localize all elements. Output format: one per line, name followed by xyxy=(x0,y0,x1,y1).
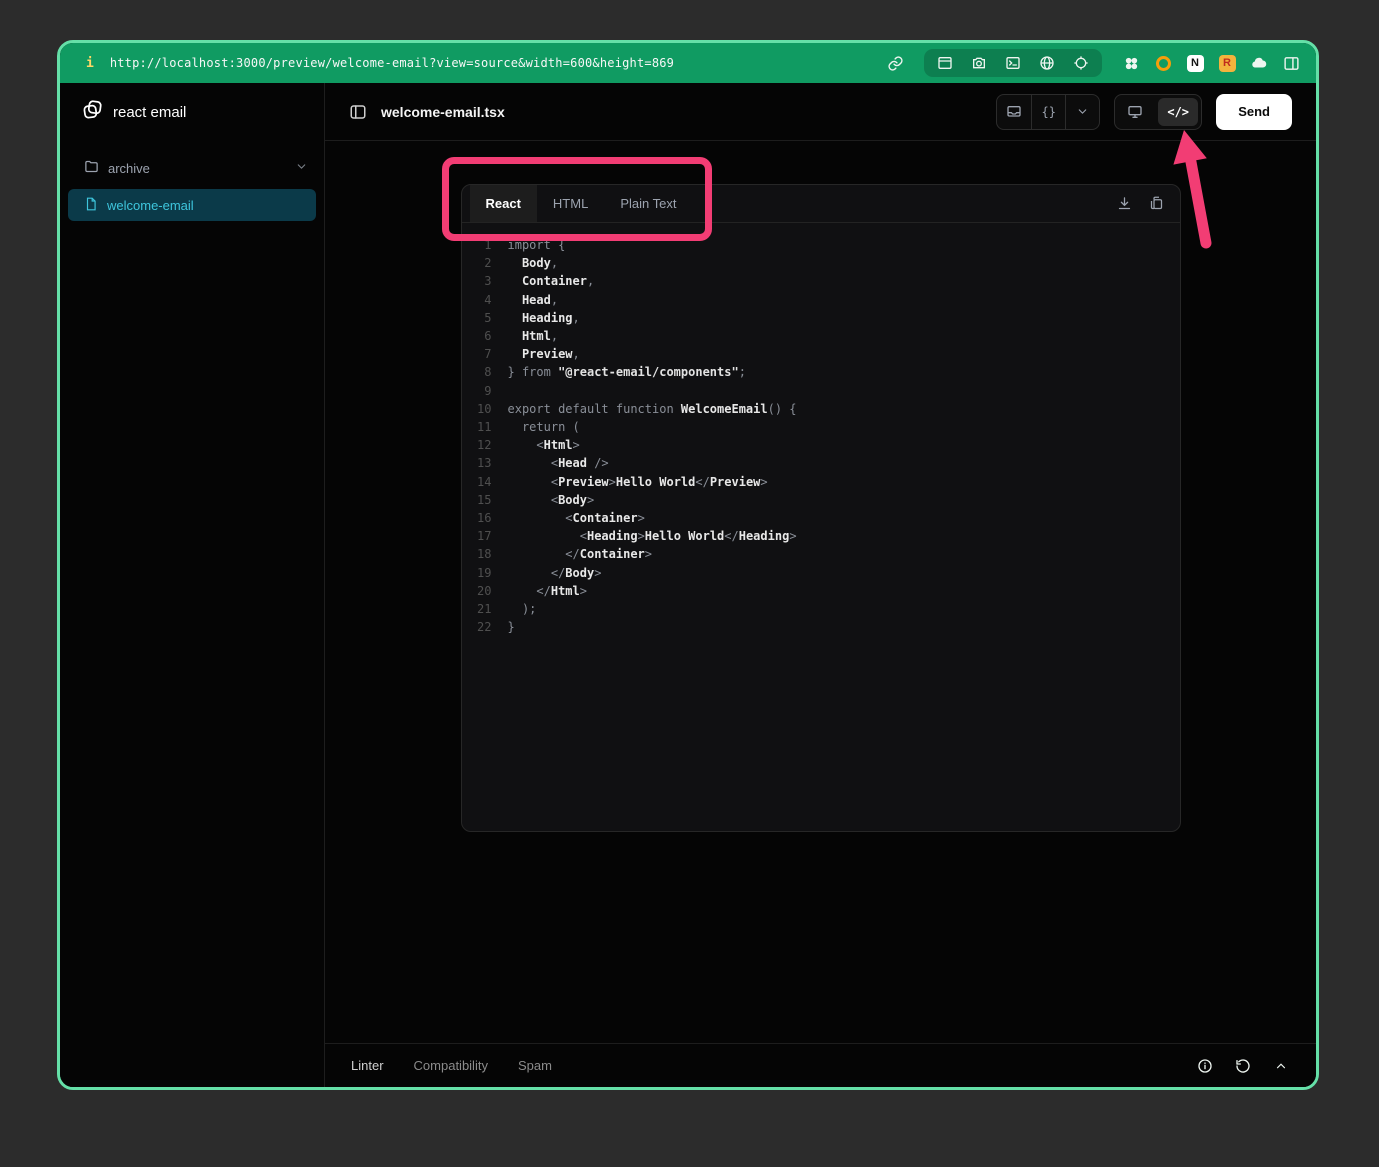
folder-label: archive xyxy=(108,161,150,176)
view-options-group: {} xyxy=(996,94,1100,130)
cloud-icon[interactable] xyxy=(1250,54,1268,72)
refresh-icon[interactable] xyxy=(1234,1057,1252,1075)
info-icon[interactable] xyxy=(1196,1057,1214,1075)
clover-icon[interactable] xyxy=(1122,54,1140,72)
bottom-bar-icons xyxy=(1196,1057,1290,1075)
chevron-up-icon[interactable] xyxy=(1272,1057,1290,1075)
code-line: 6 Html, xyxy=(462,327,1180,345)
code-line: 20 </Html> xyxy=(462,582,1180,600)
window-icon[interactable] xyxy=(936,54,954,72)
chevron-down-icon[interactable] xyxy=(1065,95,1099,129)
folder-icon xyxy=(84,159,99,177)
site-info-icon[interactable]: i xyxy=(86,56,94,71)
app-body: react email archive welcome-email xyxy=(60,83,1316,1087)
tab-linter[interactable]: Linter xyxy=(351,1058,384,1073)
code-line: 5 Heading, xyxy=(462,309,1180,327)
code-editor[interactable]: 1import {2 Body,3 Container,4 Head,5 Hea… xyxy=(462,223,1180,831)
tab-html[interactable]: HTML xyxy=(537,185,604,222)
chevron-down-icon xyxy=(295,160,308,176)
tab-spam[interactable]: Spam xyxy=(518,1058,552,1073)
code-view-tabs: React HTML Plain Text xyxy=(462,185,1180,223)
react-email-logo-icon xyxy=(82,99,103,125)
page-title: welcome-email.tsx xyxy=(381,104,505,120)
code-line: 1import { xyxy=(462,236,1180,254)
terminal-icon[interactable] xyxy=(1004,54,1022,72)
copy-icon[interactable] xyxy=(1148,195,1166,213)
code-line: 9 xyxy=(462,382,1180,400)
preview-source-toggle: </> xyxy=(1114,94,1202,130)
send-button[interactable]: Send xyxy=(1216,94,1292,130)
viewport-icon[interactable] xyxy=(997,95,1031,129)
tab-react[interactable]: React xyxy=(470,185,537,222)
app-logo[interactable]: react email xyxy=(60,83,324,141)
code-line: 16 <Container> xyxy=(462,509,1180,527)
desktop-preview-icon[interactable] xyxy=(1115,95,1155,129)
code-line: 3 Container, xyxy=(462,272,1180,290)
globe-icon[interactable] xyxy=(1038,54,1056,72)
code-line: 21 ); xyxy=(462,600,1180,618)
content-area: React HTML Plain Text xyxy=(325,141,1316,1043)
code-line: 12 <Html> xyxy=(462,436,1180,454)
sidebar: react email archive welcome-email xyxy=(60,83,325,1087)
header-controls: {} </> Send xyxy=(996,94,1292,130)
code-line: 11 return ( xyxy=(462,418,1180,436)
split-view-icon[interactable] xyxy=(1282,54,1300,72)
address-bar[interactable]: http://localhost:3000/preview/welcome-em… xyxy=(110,56,674,70)
camera-icon[interactable] xyxy=(970,54,988,72)
sidebar-item-label: welcome-email xyxy=(107,198,194,213)
extension-pill-group xyxy=(924,49,1102,77)
browser-bar-icons: N R xyxy=(886,49,1300,77)
code-line: 10export default function WelcomeEmail()… xyxy=(462,400,1180,418)
target-icon[interactable] xyxy=(1072,54,1090,72)
tab-compatibility[interactable]: Compatibility xyxy=(414,1058,488,1073)
code-lines: 1import {2 Body,3 Container,4 Head,5 Hea… xyxy=(462,236,1180,636)
code-panel: React HTML Plain Text xyxy=(461,184,1181,832)
r-badge-icon[interactable]: R xyxy=(1218,54,1236,72)
main-area: welcome-email.tsx {} xyxy=(325,83,1316,1087)
code-line: 15 <Body> xyxy=(462,491,1180,509)
code-line: 14 <Preview>Hello World</Preview> xyxy=(462,473,1180,491)
file-icon xyxy=(84,197,98,214)
source-code-icon[interactable]: </> xyxy=(1158,98,1198,126)
bottom-bar: Linter Compatibility Spam xyxy=(325,1043,1316,1087)
code-line: 13 <Head /> xyxy=(462,454,1180,472)
code-line: 2 Body, xyxy=(462,254,1180,272)
code-line: 18 </Container> xyxy=(462,545,1180,563)
code-panel-actions xyxy=(1116,185,1180,222)
braces-icon[interactable]: {} xyxy=(1031,95,1065,129)
link-icon[interactable] xyxy=(886,54,904,72)
browser-top-bar: i http://localhost:3000/preview/welcome-… xyxy=(60,43,1316,83)
notion-icon[interactable]: N xyxy=(1186,54,1204,72)
ring-icon[interactable] xyxy=(1154,54,1172,72)
code-line: 19 </Body> xyxy=(462,564,1180,582)
sidebar-folder-archive[interactable]: archive xyxy=(60,151,324,185)
app-logo-label: react email xyxy=(113,104,186,121)
code-line: 17 <Heading>Hello World</Heading> xyxy=(462,527,1180,545)
browser-window: i http://localhost:3000/preview/welcome-… xyxy=(57,40,1319,1090)
sidebar-item-welcome-email[interactable]: welcome-email xyxy=(68,189,316,221)
code-line: 8} from "@react-email/components"; xyxy=(462,363,1180,381)
code-line: 7 Preview, xyxy=(462,345,1180,363)
code-line: 22} xyxy=(462,618,1180,636)
code-line: 4 Head, xyxy=(462,291,1180,309)
tab-plain-text[interactable]: Plain Text xyxy=(604,185,692,222)
sidebar-collapse-icon[interactable] xyxy=(349,103,367,121)
main-header: welcome-email.tsx {} xyxy=(325,83,1316,141)
download-icon[interactable] xyxy=(1116,195,1134,213)
